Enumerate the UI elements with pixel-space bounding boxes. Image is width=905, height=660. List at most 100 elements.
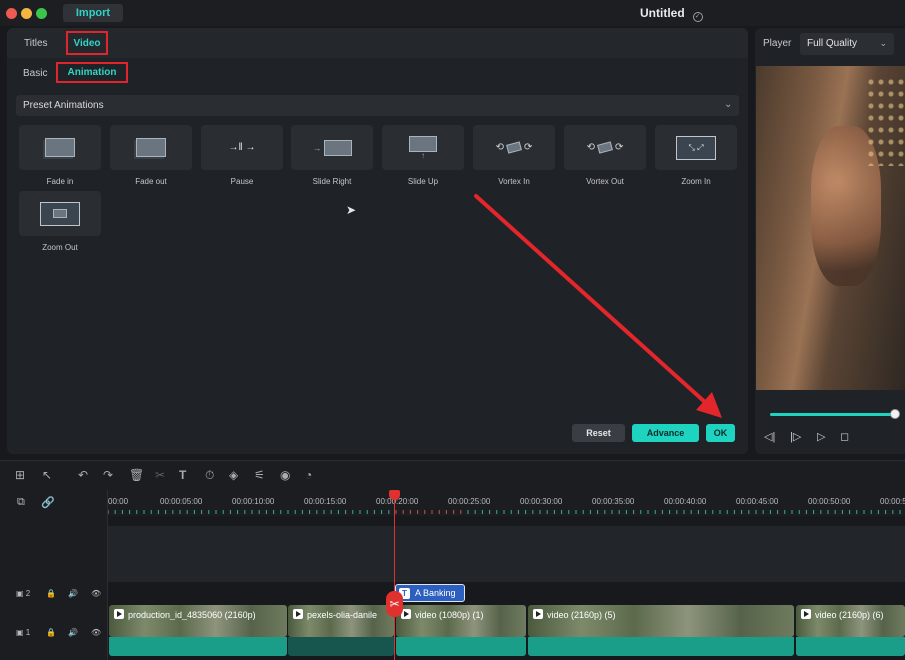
subtab-basic[interactable]: Basic	[23, 68, 47, 79]
slide-up-icon	[409, 135, 437, 152]
video-preview	[756, 66, 905, 390]
text-icon[interactable]: T	[179, 468, 186, 482]
preset-zoom-out[interactable]	[19, 191, 101, 236]
saved-check-icon: ✓	[692, 12, 703, 22]
select-tool-icon[interactable]: ↖	[42, 468, 52, 482]
audio-waveform[interactable]	[796, 637, 905, 656]
vortex-in-icon: ⟲	[495, 142, 504, 153]
cut-icon[interactable]: ✂	[155, 468, 165, 482]
preset-vortex-in[interactable]: ⟲ ⟳	[473, 125, 555, 170]
minimize-window-icon[interactable]	[21, 8, 32, 19]
advance-button[interactable]: Advance	[632, 424, 699, 442]
preset-label: Zoom In	[681, 177, 711, 186]
ruler-ticks	[108, 510, 901, 514]
title-clip[interactable]: TA Banking	[395, 584, 465, 602]
undo-icon[interactable]: ↶	[78, 468, 88, 482]
preset-vortex-out[interactable]: ⟲ ⟳	[564, 125, 646, 170]
zoom-out-screen-icon	[53, 209, 67, 218]
track-1-video-icon: ▣ 1	[16, 628, 31, 637]
clip-video-icon	[533, 609, 543, 619]
quality-value: Full Quality	[807, 38, 858, 49]
import-button[interactable]: Import	[63, 4, 123, 22]
timer-icon[interactable]: ⏱	[205, 468, 214, 483]
pause-icon: →‖ →	[228, 142, 256, 153]
link-icon[interactable]: 🔗	[41, 496, 55, 509]
clip-name-text: video (2160p) (6)	[815, 610, 884, 620]
audio-waveform[interactable]	[288, 637, 394, 656]
delete-icon[interactable]: 🗑	[129, 468, 144, 482]
eye-icon[interactable]: 👁	[91, 628, 101, 637]
preset-zoom-in[interactable]: ⤡ ⤢	[655, 125, 737, 170]
ruler-tick-label: 00:00:40:00	[664, 497, 707, 506]
vortex-out-icon: ⟲	[586, 142, 595, 153]
ok-button[interactable]: OK	[706, 424, 735, 442]
reset-button[interactable]: Reset	[572, 424, 625, 442]
adjust-icon[interactable]: ⚟	[254, 468, 265, 482]
play-icon[interactable]: ▷	[817, 430, 825, 443]
clip-name-text: production_id_4835060 (2160p)	[128, 610, 256, 620]
clip-name-text: video (1080p) (1)	[415, 610, 484, 620]
title-clip-label: A Banking	[415, 588, 456, 598]
arrow-up-icon: ↑	[421, 150, 425, 160]
preset-label: Zoom Out	[42, 243, 78, 252]
quality-select[interactable]: Full Quality ⌄	[800, 33, 894, 55]
audio-waveform[interactable]	[528, 637, 794, 656]
add-track-icon[interactable]: ⧉	[17, 496, 25, 509]
stop-icon[interactable]: ◻	[840, 430, 849, 443]
lock-icon[interactable]: 🔒	[46, 628, 56, 637]
ruler-tick-label: 00:00:10:00	[232, 497, 275, 506]
clip-label: video (2160p) (5)	[533, 609, 783, 620]
property-panel	[7, 28, 748, 454]
redo-icon[interactable]: ↷	[103, 468, 113, 482]
split-scissors-icon[interactable]: ✂	[386, 591, 403, 617]
preset-pause[interactable]: →‖ →	[201, 125, 283, 170]
preset-animations-label: Preset Animations	[23, 100, 104, 111]
preset-fade-out[interactable]	[110, 125, 192, 170]
audio-sync-icon[interactable]: ◉	[280, 468, 290, 482]
playhead-handle[interactable]	[389, 490, 400, 500]
speed-icon[interactable]: ◔	[305, 468, 312, 482]
ruler-tick-label: 00:00:50:00	[808, 497, 851, 506]
preset-fade-in[interactable]	[19, 125, 101, 170]
empty-track-area[interactable]	[108, 526, 905, 582]
player-progress-bar[interactable]	[770, 413, 895, 416]
vortex-screen-icon	[506, 141, 522, 154]
ruler-tick-label: 00:00:35:00	[592, 497, 635, 506]
zoom-out-icon	[40, 201, 80, 226]
preset-slide-up[interactable]: ↑	[382, 125, 464, 170]
close-window-icon[interactable]	[6, 8, 17, 19]
speaker-icon[interactable]: 🔊	[68, 589, 78, 598]
preset-slide-right[interactable]: →	[291, 125, 373, 170]
rotate-icon: ⟳	[524, 142, 533, 153]
eye-icon[interactable]: 👁	[91, 589, 101, 598]
mouse-cursor-icon: ➤	[346, 203, 357, 217]
audio-waveform[interactable]	[396, 637, 526, 656]
preset-label: Slide Right	[312, 177, 352, 186]
ruler-tick-label: 00:00:30:00	[520, 497, 563, 506]
layout-grid-icon[interactable]: ⊞	[15, 468, 25, 482]
slide-screen-icon	[323, 139, 352, 156]
clip-video-icon	[801, 609, 811, 619]
playhead-line[interactable]	[394, 494, 395, 660]
clip-video-icon	[293, 609, 303, 619]
project-title-text: Untitled	[640, 6, 685, 20]
slide-right-icon: →	[312, 142, 322, 153]
vortex-screen-icon	[597, 141, 613, 154]
chevron-down-icon[interactable]: ⌄	[724, 99, 732, 110]
editor-window: Import Untitled ✓ Titles Video Basic Anim…	[0, 0, 905, 660]
lock-icon[interactable]: 🔒	[46, 589, 56, 598]
prev-frame-icon[interactable]: ◁|	[764, 430, 775, 443]
player-progress-handle[interactable]	[890, 409, 900, 419]
clip-label: pexels-olia-danile	[293, 609, 393, 620]
subtab-animation[interactable]: Animation	[56, 62, 128, 83]
tab-video[interactable]: Video	[66, 31, 108, 55]
zoom-window-icon[interactable]	[36, 8, 47, 19]
audio-waveform[interactable]	[109, 637, 287, 656]
color-icon[interactable]: ◈	[229, 468, 238, 482]
next-frame-icon[interactable]: |▷	[790, 430, 801, 443]
speaker-icon[interactable]: 🔊	[68, 628, 78, 637]
preset-animations-header[interactable]	[16, 95, 739, 116]
track-1-number: 1	[25, 628, 31, 637]
tab-titles[interactable]: Titles	[24, 38, 48, 49]
track-2-number: 2	[25, 589, 31, 598]
